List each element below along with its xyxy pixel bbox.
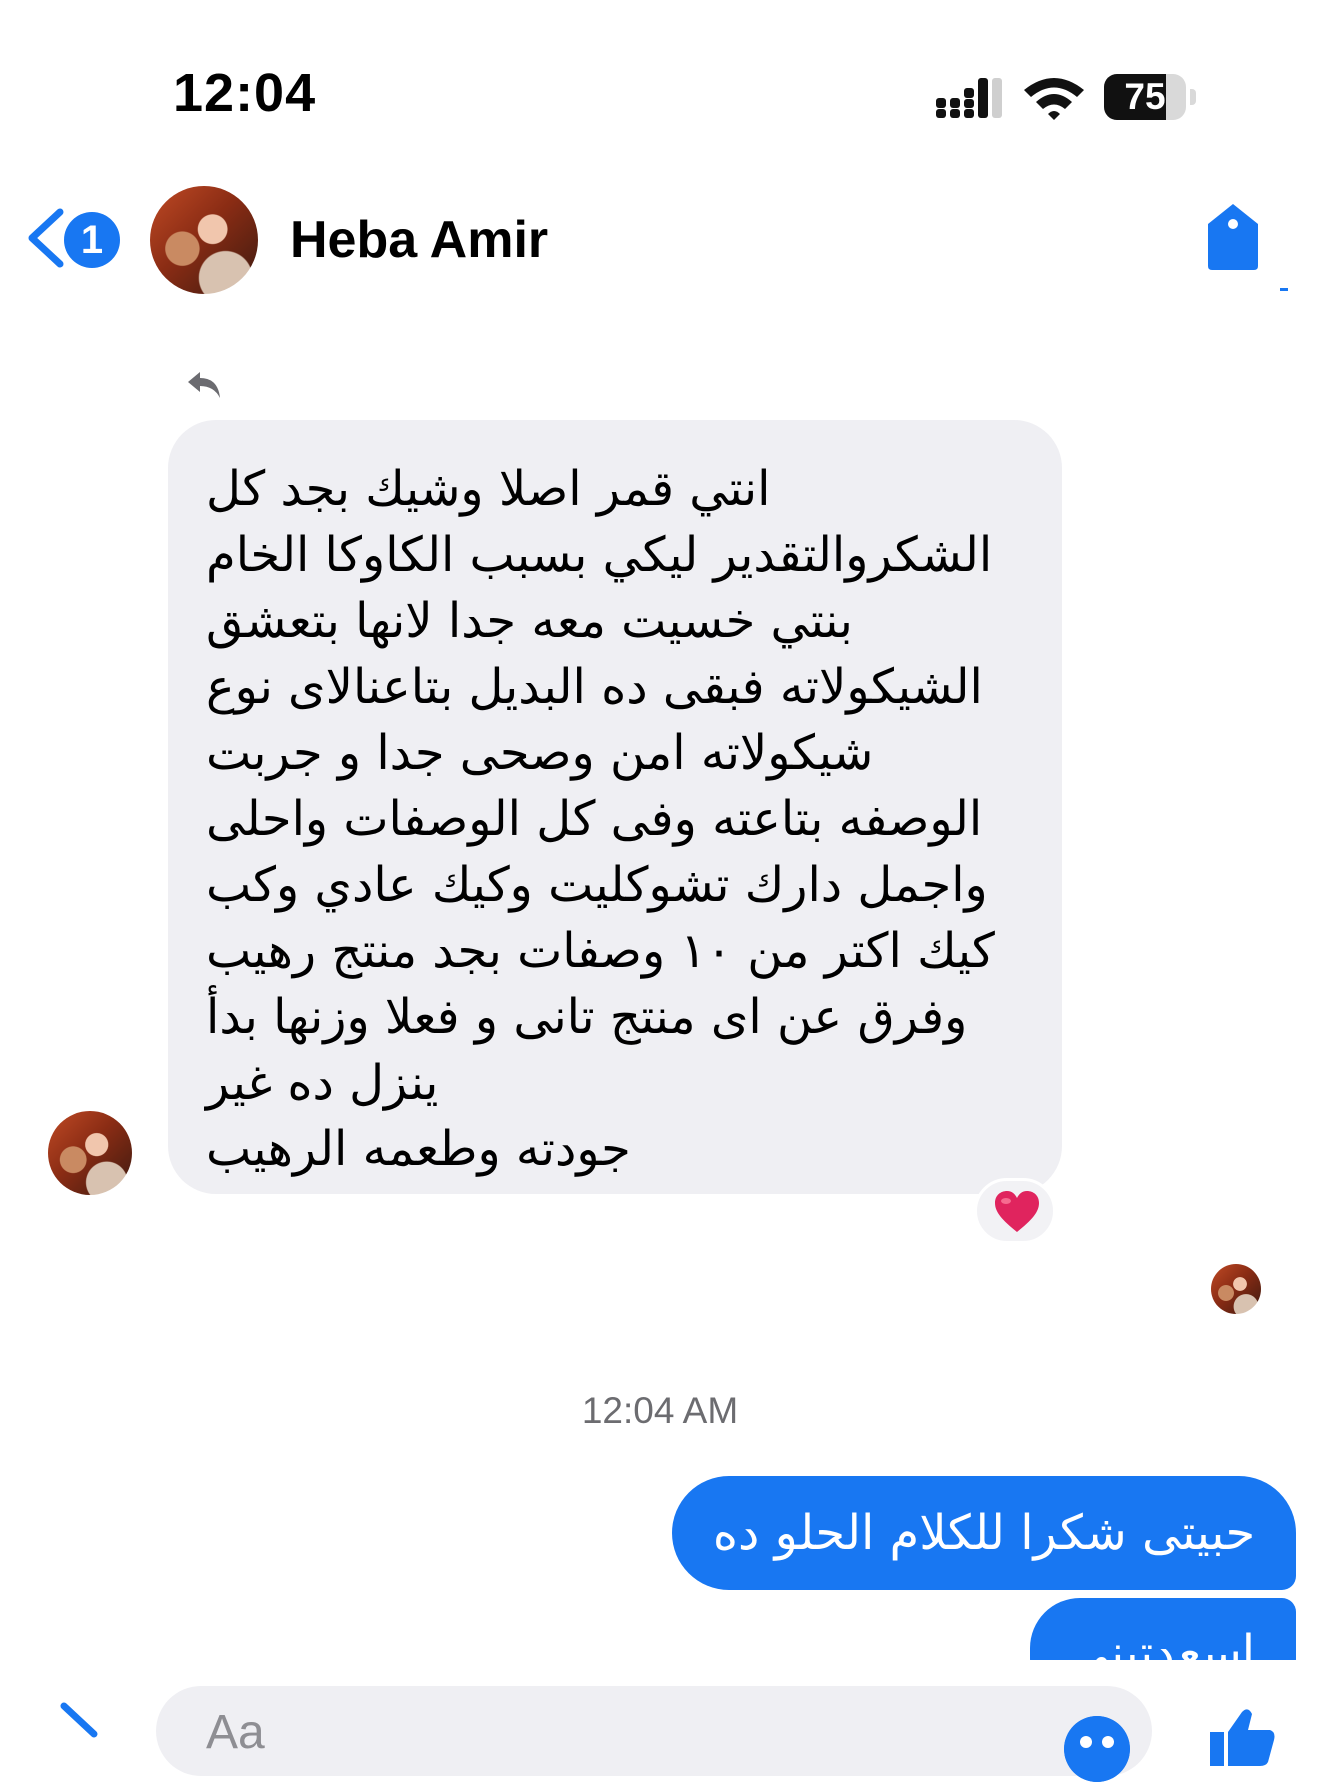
message-line: شيكولاته امن وصحى جدا و جربت (206, 725, 874, 781)
signal-icon (936, 78, 1002, 118)
message-line: وفرق عن اى منتج تانى و فعلا وزنها بدأ (206, 989, 968, 1045)
message-line: بنتي خسيت معه جدا لانها بتعشق (206, 593, 853, 649)
message-line: الوصفه بتاعته وفى كل الوصفات واحلى (206, 791, 983, 847)
message-timestamp: 12:04 AM (581, 1390, 739, 1431)
incoming-message-text: انتي قمر اصلا وشيك بجد كل الشكروالتقدير ل… (206, 456, 1024, 1182)
expand-chevron-icon[interactable] (58, 1700, 102, 1749)
outgoing-message-bubble[interactable]: حبيتى شكرا للكلام الحلو ده (672, 1476, 1296, 1590)
back-chevron-icon[interactable] (24, 208, 68, 268)
message-composer[interactable] (156, 1686, 1152, 1776)
battery-percent: 75 (1124, 76, 1166, 117)
incoming-message-bubble[interactable]: انتي قمر اصلا وشيك بجد كل الشكروالتقدير ل… (168, 420, 1062, 1194)
tag-icon[interactable] (1206, 202, 1260, 272)
divider (1280, 288, 1288, 291)
status-time: 12:04 (173, 63, 317, 123)
contact-avatar[interactable] (150, 186, 258, 294)
like-icon[interactable] (1206, 1706, 1276, 1766)
sender-avatar[interactable] (48, 1111, 132, 1195)
unread-count-badge[interactable]: 1 (64, 212, 120, 268)
message-line: كيك اكتر من ١٠ وصفات بجد منتج رهيب (206, 923, 995, 979)
message-input[interactable] (204, 1704, 1008, 1761)
outgoing-message-bubble[interactable]: اسعدتيني (1030, 1598, 1296, 1660)
reply-icon (188, 372, 220, 398)
wifi-icon (1024, 78, 1084, 120)
message-line: ينزل ده غير (206, 1055, 439, 1111)
battery-icon: 75 (1104, 74, 1196, 120)
message-line: الشكروالتقدير ليكي بسبب الكاوكا الخام (206, 527, 993, 583)
seen-receipt-avatar (1211, 1264, 1261, 1314)
message-line: جودته وطعمه الرهيب (206, 1121, 631, 1177)
emoji-icon[interactable] (1064, 1716, 1130, 1782)
message-line: واجمل دارك تشوكليت وكيك عادي وكب (206, 857, 988, 913)
message-line: انتي قمر اصلا وشيك بجد كل (206, 461, 771, 517)
message-line: الشيكولاته فبقى ده البديل بتاعنالاى نوع (206, 659, 983, 715)
heart-reaction[interactable] (974, 1178, 1056, 1244)
heart-icon (995, 1191, 1039, 1232)
contact-name[interactable]: Heba Amir (290, 210, 548, 270)
